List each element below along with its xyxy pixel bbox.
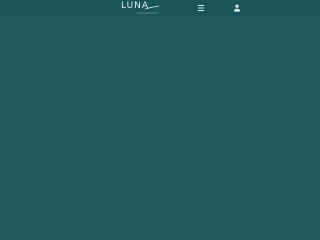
menu-button[interactable] <box>196 3 206 13</box>
main-content-area <box>0 16 320 240</box>
luna-logo[interactable]: LUNA <box>121 1 161 15</box>
top-navigation-bar: LUNA <box>0 0 320 16</box>
user-icon <box>234 4 240 12</box>
hamburger-menu-icon <box>198 5 204 11</box>
user-account-button[interactable] <box>232 3 242 13</box>
logo-swoosh-icon <box>137 5 160 14</box>
app-page: LUNA <box>0 0 320 240</box>
